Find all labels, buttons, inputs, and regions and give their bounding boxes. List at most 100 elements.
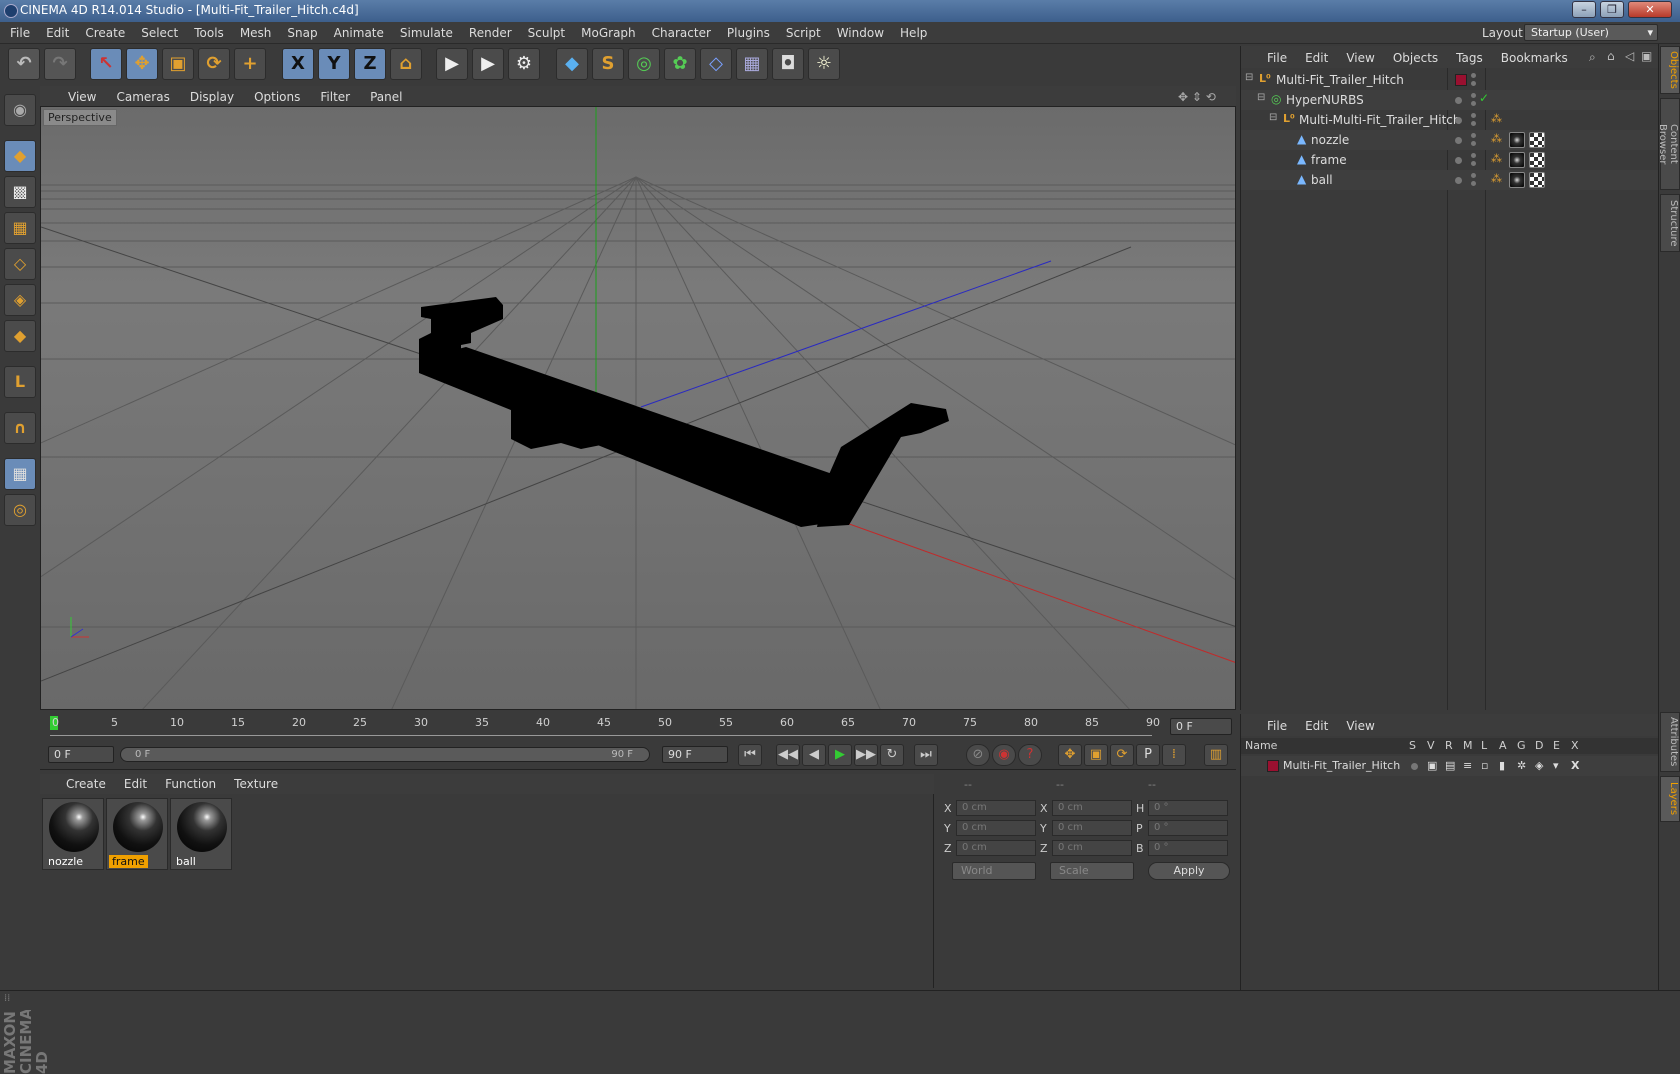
render-toggle-icon[interactable]: ▤ xyxy=(1445,759,1455,772)
search-icon[interactable]: ⌕ xyxy=(1589,50,1596,65)
key-rotation-icon[interactable]: ⟳ xyxy=(1110,744,1134,766)
phong-tag-icon[interactable]: ⁂ xyxy=(1491,132,1502,145)
deformers-toggle-icon[interactable]: ◈ xyxy=(1535,759,1543,772)
object-menu-view[interactable]: View xyxy=(1336,46,1382,65)
collapse-toggle-icon[interactable]: ⊟ xyxy=(1257,92,1265,103)
visibility-dot[interactable] xyxy=(1455,97,1462,104)
layer-col-animation[interactable]: A xyxy=(1499,739,1507,752)
phong-tag-icon[interactable]: ⁂ xyxy=(1491,152,1502,165)
menu-animate[interactable]: Animate xyxy=(324,22,390,40)
visibility-dot[interactable] xyxy=(1471,161,1476,166)
object-menu-file[interactable]: File xyxy=(1241,46,1295,65)
tab-layers[interactable]: Layers xyxy=(1660,776,1680,822)
material-menu-edit[interactable]: Edit xyxy=(114,774,155,791)
material-tag-icon[interactable] xyxy=(1509,132,1525,148)
generators-toggle-icon[interactable]: ✲ xyxy=(1517,759,1526,772)
next-frame-button[interactable]: ▶▶ xyxy=(854,744,878,766)
prev-key-button[interactable]: ◀◀ xyxy=(776,744,800,766)
start-frame-field[interactable]: 0 F xyxy=(48,746,114,763)
material-swatch[interactable]: nozzle xyxy=(42,798,104,870)
visibility-dot[interactable] xyxy=(1471,93,1476,98)
menu-edit[interactable]: Edit xyxy=(36,22,75,40)
layer-col-generators[interactable]: G xyxy=(1517,739,1526,752)
position-y-field[interactable]: 0 cm xyxy=(956,820,1036,836)
menu-plugins[interactable]: Plugins xyxy=(717,22,776,40)
size-z-field[interactable]: 0 cm xyxy=(1052,840,1132,856)
timeline-window-icon[interactable]: ▥ xyxy=(1204,744,1228,766)
coord-mode-select[interactable]: World xyxy=(952,862,1036,880)
frame-range-slider[interactable]: 0 F 90 F xyxy=(120,747,650,762)
light-button[interactable]: ☼ xyxy=(808,48,840,80)
scale-tool-button[interactable]: ▣ xyxy=(162,48,194,80)
rotate-tool-button[interactable]: ⟳ xyxy=(198,48,230,80)
loop-button[interactable]: ↻ xyxy=(880,744,904,766)
layer-row[interactable]: Multi-Fit_Trailer_Hitch ▣ ▤ ≡ ▫ ▮ ✲ ◈ ▾ … xyxy=(1241,756,1659,776)
layer-col-deformers[interactable]: D xyxy=(1535,739,1543,752)
snap-magnet-button[interactable]: ∩ xyxy=(4,412,36,444)
menu-tools[interactable]: Tools xyxy=(184,22,230,40)
menu-script[interactable]: Script xyxy=(776,22,827,40)
uvw-tag-icon[interactable] xyxy=(1529,172,1545,188)
polygons-mode-button[interactable]: ◆ xyxy=(4,320,36,352)
last-tool-button[interactable]: + xyxy=(234,48,266,80)
size-y-field[interactable]: 0 cm xyxy=(1052,820,1132,836)
keyframe-help-icon[interactable]: ? xyxy=(1018,744,1042,766)
layer-col-expressions[interactable]: E xyxy=(1553,739,1560,752)
material-swatch-selected[interactable]: frame xyxy=(106,798,168,870)
manager-toggle-icon[interactable]: ≡ xyxy=(1463,759,1472,772)
object-menu-tags[interactable]: Tags xyxy=(1446,46,1491,65)
key-parameter-icon[interactable]: P xyxy=(1136,744,1160,766)
menu-sculpt[interactable]: Sculpt xyxy=(518,22,571,40)
render-picture-viewer-button[interactable]: ▶ xyxy=(472,48,504,80)
menu-file[interactable]: File xyxy=(0,22,36,40)
material-menu-function[interactable]: Function xyxy=(155,774,224,791)
uvw-tag-icon[interactable] xyxy=(1529,152,1545,168)
viewport-menu-filter[interactable]: Filter xyxy=(310,86,360,104)
array-button[interactable]: ✿ xyxy=(664,48,696,80)
rotation-b-field[interactable]: 0 ° xyxy=(1148,840,1228,856)
timeline-ruler[interactable]: 0 5 10 15 20 25 30 35 40 45 50 55 60 65 … xyxy=(40,712,1236,738)
visibility-dot[interactable] xyxy=(1471,81,1476,86)
viewport-menu-cameras[interactable]: Cameras xyxy=(106,86,179,104)
tab-structure[interactable]: Structure xyxy=(1660,194,1680,252)
lock-toggle-icon[interactable]: ▫ xyxy=(1481,759,1488,772)
visibility-dot[interactable] xyxy=(1471,141,1476,146)
autokey-icon[interactable]: ◉ xyxy=(992,744,1016,766)
object-row[interactable]: ⊟ ◎ HyperNURBS ✓ xyxy=(1241,90,1659,110)
object-row[interactable]: ⊟ L⁰ Multi-Fit_Trailer_Hitch xyxy=(1241,70,1659,90)
layer-color-swatch[interactable] xyxy=(1455,74,1467,86)
visibility-dot[interactable] xyxy=(1455,157,1462,164)
phong-tag-icon[interactable]: ⁂ xyxy=(1491,172,1502,185)
enabled-check-icon[interactable]: ✓ xyxy=(1479,91,1489,105)
layer-col-view[interactable]: V xyxy=(1427,739,1435,752)
move-tool-button[interactable]: ✥ xyxy=(126,48,158,80)
record-keys-icon[interactable]: ⊘ xyxy=(966,744,990,766)
workplane-lock-button[interactable]: ▦ xyxy=(4,458,36,490)
render-settings-button[interactable]: ⚙ xyxy=(508,48,540,80)
live-selection-button[interactable]: ↖ xyxy=(90,48,122,80)
visibility-dot[interactable] xyxy=(1471,181,1476,186)
solo-toggle[interactable] xyxy=(1411,763,1418,770)
goto-start-button[interactable]: ⏮ xyxy=(738,744,762,766)
layer-menu-view[interactable]: View xyxy=(1336,714,1382,733)
coordinate-system-button[interactable]: ⌂ xyxy=(390,48,422,80)
view-toggle-icon[interactable]: ▣ xyxy=(1427,759,1437,772)
visibility-dot[interactable] xyxy=(1455,177,1462,184)
object-row[interactable]: ▲ ball ⁂ xyxy=(1241,170,1659,190)
layer-col-name[interactable]: Name xyxy=(1245,739,1277,752)
visibility-dot[interactable] xyxy=(1471,133,1476,138)
axis-mode-button[interactable]: L xyxy=(4,366,36,398)
viewport-menu-panel[interactable]: Panel xyxy=(360,86,412,104)
close-button[interactable]: ✕ xyxy=(1628,1,1672,18)
layer-col-manager[interactable]: M xyxy=(1463,739,1473,752)
layer-col-render[interactable]: R xyxy=(1445,739,1453,752)
viewport-menu-view[interactable]: View xyxy=(40,86,106,104)
tab-objects[interactable]: Objects xyxy=(1660,46,1680,94)
prev-frame-button[interactable]: ◀ xyxy=(802,744,826,766)
viewport-menu-options[interactable]: Options xyxy=(244,86,310,104)
collapse-icon[interactable]: ◁ xyxy=(1625,49,1634,63)
object-menu-edit[interactable]: Edit xyxy=(1295,46,1336,65)
menu-help[interactable]: Help xyxy=(890,22,933,40)
layer-col-solo[interactable]: S xyxy=(1409,739,1416,752)
collapse-toggle-icon[interactable]: ⊟ xyxy=(1269,112,1277,123)
